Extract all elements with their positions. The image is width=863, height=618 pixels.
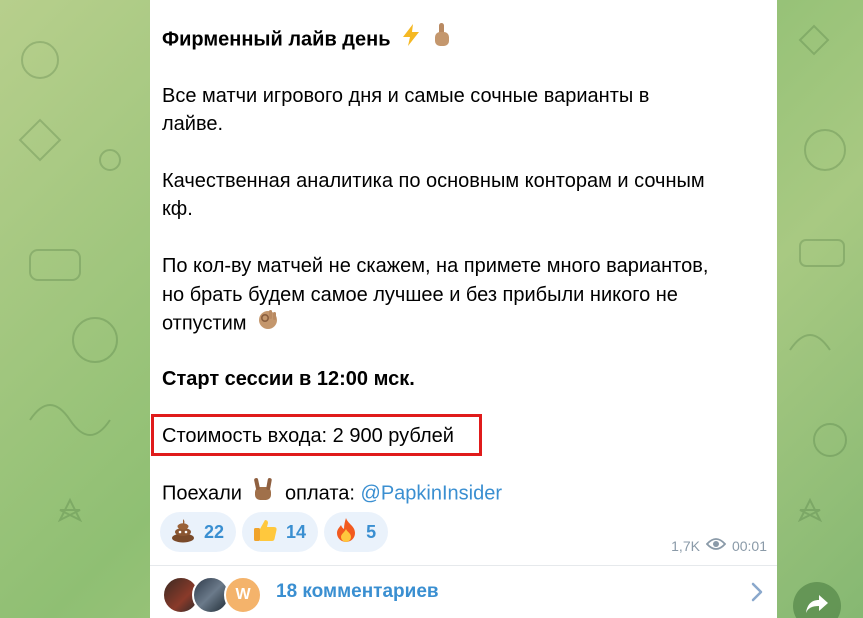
message-time: 00:01 bbox=[731, 537, 767, 554]
reaction-thumbs-up[interactable]: 14 bbox=[242, 512, 319, 552]
paragraph-2-line-1: Качественная аналитика по основным конто… bbox=[162, 170, 705, 192]
paragraph-3-line-3: отпустим bbox=[162, 307, 280, 341]
paragraph-1-line-1: Все матчи игрового дня и самые сочные ва… bbox=[162, 85, 650, 107]
fire-icon bbox=[334, 517, 358, 548]
post-title: Фирменный лайв день bbox=[162, 22, 452, 58]
ok-hand-icon bbox=[256, 307, 280, 341]
avatar-initials: W bbox=[235, 586, 251, 603]
reaction-poop[interactable]: 22 bbox=[160, 512, 237, 552]
share-icon bbox=[805, 594, 829, 618]
avatar: W bbox=[224, 576, 262, 614]
comments-button[interactable]: W 18 комментариев bbox=[150, 566, 777, 618]
payment-label: оплата: bbox=[285, 482, 355, 505]
reactions-bar: 22 14 5 bbox=[160, 512, 389, 552]
paragraph-1-line-2: лайве. bbox=[162, 113, 224, 135]
payment-line: Поехали оплата: @PapkinInsider bbox=[162, 476, 502, 512]
lightning-icon bbox=[400, 23, 422, 57]
paragraph-2-line-2: кф. bbox=[162, 198, 193, 220]
post-title-text: Фирменный лайв день bbox=[162, 28, 391, 51]
reaction-fire[interactable]: 5 bbox=[324, 512, 389, 552]
reaction-count: 14 bbox=[286, 521, 307, 542]
views-count: 1,7K bbox=[671, 537, 700, 554]
share-button[interactable] bbox=[793, 582, 841, 618]
reaction-count: 5 bbox=[366, 521, 377, 542]
session-start: Старт сессии в 12:00 мск. bbox=[162, 368, 415, 390]
message-meta: 1,7K 00:01 bbox=[671, 537, 767, 554]
commenter-avatars: W bbox=[162, 570, 272, 614]
paragraph-3-line-3-text: отпустим bbox=[162, 312, 247, 335]
reaction-count: 22 bbox=[204, 521, 225, 542]
chevron-right-icon bbox=[751, 582, 763, 607]
poop-icon bbox=[170, 517, 196, 548]
go-text: Поехали bbox=[162, 482, 242, 505]
thumbs-up-icon bbox=[252, 517, 278, 548]
payment-link[interactable]: @PapkinInsider bbox=[361, 482, 502, 504]
pointing-up-icon bbox=[432, 22, 452, 58]
price-highlight-box bbox=[151, 414, 482, 456]
paragraph-3-line-1: По кол-ву матчей не скажем, на примете м… bbox=[162, 255, 709, 277]
comments-label: 18 комментариев bbox=[276, 581, 439, 602]
eye-icon bbox=[705, 537, 727, 554]
rock-hand-icon bbox=[251, 476, 275, 512]
message-bubble: Фирменный лайв день Все матчи игрового д… bbox=[150, 0, 777, 618]
